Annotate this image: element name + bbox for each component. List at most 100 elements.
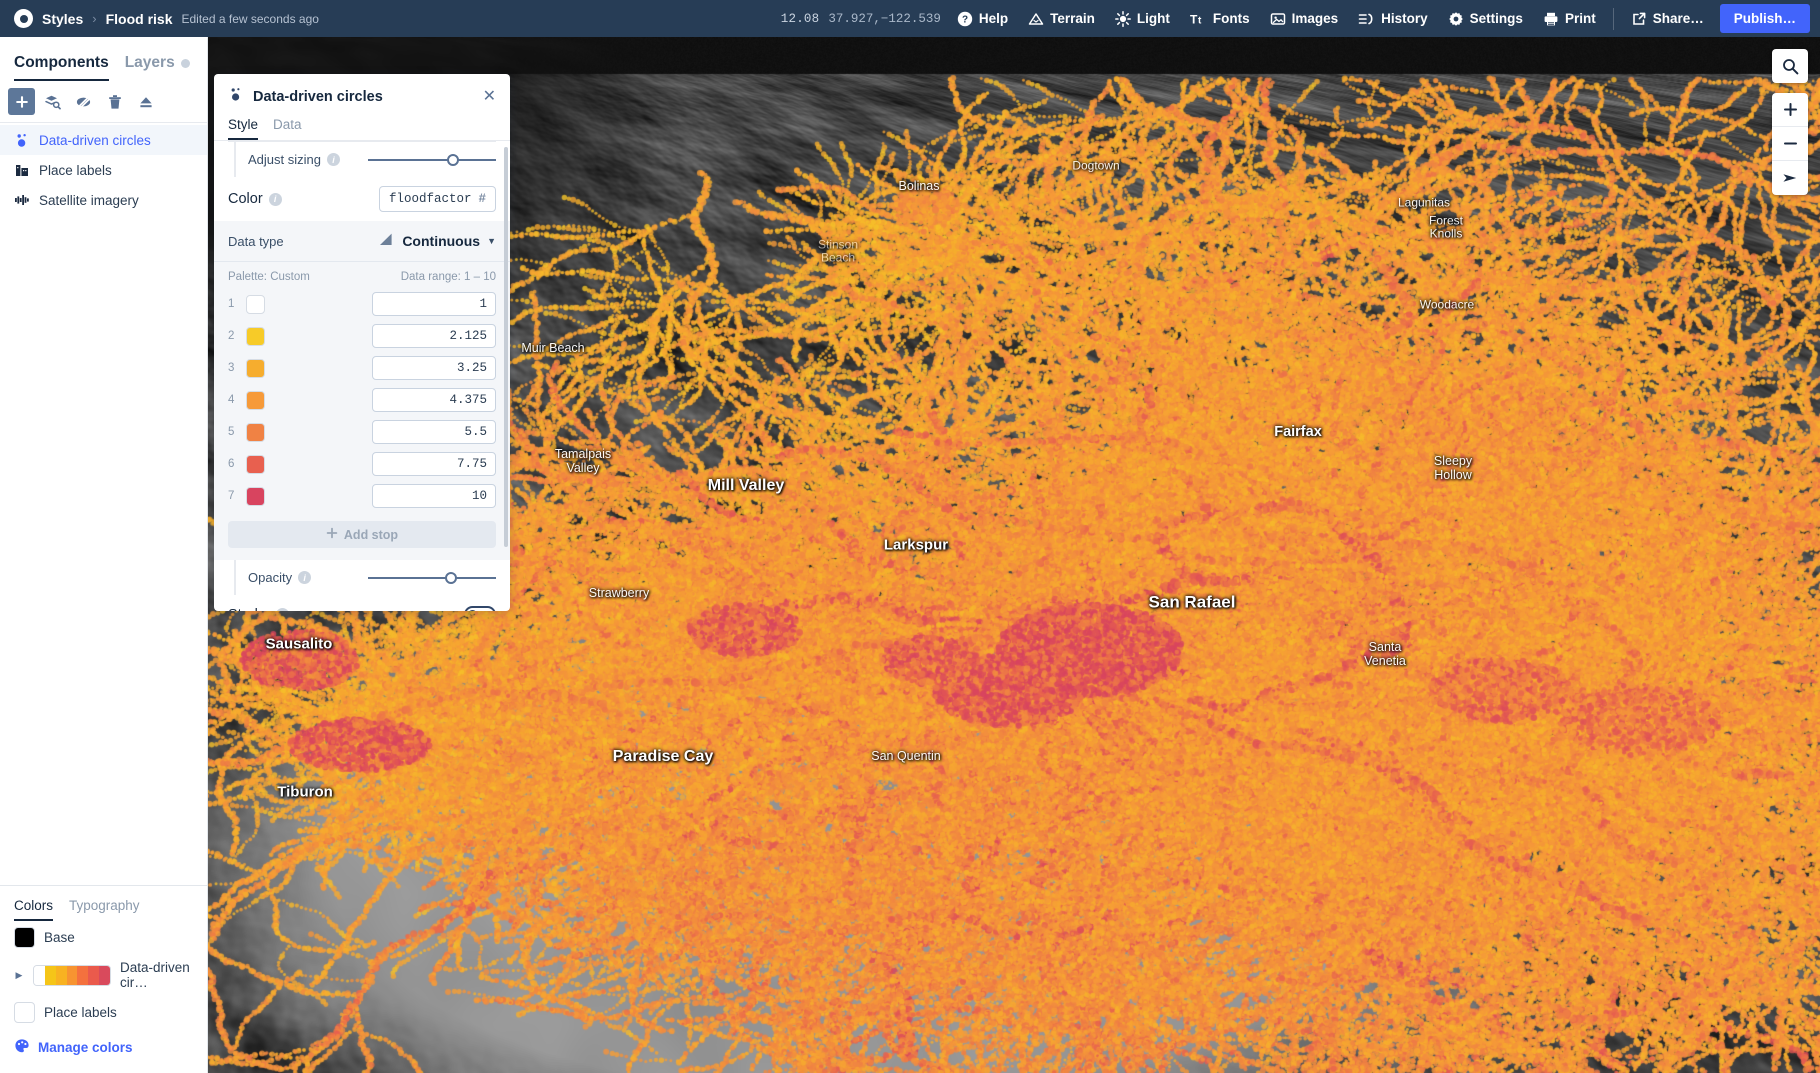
color-stop-swatch[interactable]: [246, 390, 265, 410]
group-layer-button[interactable]: [132, 88, 159, 115]
color-stop-value-input[interactable]: [372, 484, 496, 508]
sidebar-item-label: Satellite imagery: [39, 192, 139, 208]
settings-button[interactable]: Settings: [1438, 6, 1533, 32]
plus-icon: [1783, 103, 1797, 116]
color-stop-value-input[interactable]: [372, 388, 496, 412]
delete-layer-button[interactable]: [101, 88, 128, 115]
navigation-arrow-icon: [1783, 174, 1797, 182]
help-button[interactable]: ? Help: [947, 6, 1018, 32]
color-swatch[interactable]: [14, 1002, 35, 1023]
tab-data[interactable]: Data: [273, 117, 302, 140]
color-stop-value-input[interactable]: [372, 420, 496, 444]
settings-label: Settings: [1469, 11, 1523, 26]
info-icon[interactable]: i: [326, 153, 340, 166]
add-layer-button[interactable]: [8, 88, 35, 115]
plus-icon: [326, 527, 338, 542]
color-stop-index: 5: [228, 426, 235, 438]
color-row-label: Place labels: [44, 1005, 117, 1020]
color-field-chip[interactable]: floodfactor #: [378, 186, 496, 212]
circles-icon: [228, 86, 244, 107]
color-stop-index: 1: [228, 298, 235, 310]
color-row-place-labels[interactable]: Place labels: [0, 996, 207, 1029]
layers-badge-dot: [180, 58, 190, 68]
color-stop-value-input[interactable]: [372, 356, 496, 380]
fonts-button[interactable]: Tt Fonts: [1180, 6, 1260, 32]
terrain-button[interactable]: Terrain: [1018, 6, 1105, 32]
sidebar-item-label: Place labels: [39, 162, 112, 178]
search-icon: [1782, 58, 1798, 74]
color-stop-value-input[interactable]: [372, 324, 496, 348]
opacity-slider[interactable]: [368, 571, 496, 585]
color-label: Color i: [228, 191, 282, 207]
share-button[interactable]: Share…: [1621, 6, 1714, 32]
color-stop-swatch[interactable]: [246, 294, 265, 314]
zoom-out-button[interactable]: [1772, 127, 1808, 161]
left-sidebar: Components Layers Data-driven circles Pl…: [0, 37, 208, 1073]
history-label: History: [1381, 11, 1428, 26]
edited-status: Edited a few seconds ago: [181, 11, 319, 26]
zoom-in-button[interactable]: [1772, 93, 1808, 127]
tab-colors[interactable]: Colors: [14, 898, 54, 921]
color-stop-swatch[interactable]: [246, 326, 265, 346]
info-icon[interactable]: i: [268, 192, 282, 206]
tab-typography[interactable]: Typography: [69, 898, 140, 921]
tab-style[interactable]: Style: [228, 117, 259, 140]
map-search-button[interactable]: [1772, 49, 1808, 83]
continuous-icon: [378, 232, 395, 250]
breadcrumb-styles-link[interactable]: Styles: [42, 11, 83, 27]
compass-button[interactable]: [1772, 161, 1808, 195]
color-stop-value-input[interactable]: [372, 452, 496, 476]
number-field-icon: #: [478, 192, 486, 206]
layer-toolbar: [0, 81, 207, 123]
color-stop-value-input[interactable]: [372, 292, 496, 316]
color-row-label: Base: [44, 930, 75, 945]
style-panel-scrollbar[interactable]: [504, 147, 508, 547]
svg-text:T: T: [1190, 12, 1198, 26]
images-button[interactable]: Images: [1260, 6, 1349, 32]
mapbox-logo-icon[interactable]: [14, 9, 33, 28]
fonts-label: Fonts: [1212, 11, 1250, 26]
top-toolbar: Styles › Flood risk Edited a few seconds…: [0, 0, 1820, 37]
topbar-left: Styles › Flood risk Edited a few seconds…: [0, 9, 319, 28]
add-stop-button[interactable]: Add stop: [228, 521, 496, 548]
publish-button[interactable]: Publish…: [1719, 4, 1810, 33]
svg-text:?: ?: [962, 14, 968, 25]
light-button[interactable]: Light: [1105, 6, 1180, 32]
palette-header: Palette: Custom Data range: 1 – 10: [214, 262, 510, 288]
color-stop-swatch[interactable]: [246, 358, 265, 378]
tab-layers[interactable]: Layers: [125, 54, 190, 81]
info-icon[interactable]: i: [298, 571, 312, 584]
data-type-select[interactable]: Continuous ▼: [378, 232, 496, 250]
circles-icon: [14, 132, 30, 148]
manage-colors-label: Manage colors: [38, 1040, 133, 1055]
find-layer-button[interactable]: [39, 88, 66, 115]
terrain-label: Terrain: [1050, 11, 1095, 26]
color-ramp-swatch[interactable]: [33, 964, 111, 986]
minus-icon: [1783, 142, 1797, 145]
color-row-base[interactable]: Base: [0, 921, 207, 954]
history-button[interactable]: History: [1348, 6, 1438, 32]
manage-colors-button[interactable]: Manage colors: [0, 1029, 207, 1059]
chevron-right-icon[interactable]: ▶: [14, 970, 24, 981]
hide-layer-button[interactable]: [70, 88, 97, 115]
data-type-label: Data type: [228, 233, 284, 249]
add-stop-label: Add stop: [343, 527, 399, 542]
close-icon[interactable]: ✕: [483, 88, 496, 105]
color-stop-swatch[interactable]: [246, 422, 265, 442]
color-row-data-driven-circles[interactable]: ▶ Data-driven cir…: [0, 954, 207, 996]
sidebar-item-data-driven-circles[interactable]: Data-driven circles: [0, 125, 207, 155]
tab-components[interactable]: Components: [14, 54, 109, 81]
page-title[interactable]: Flood risk: [106, 11, 173, 27]
print-button[interactable]: Print: [1533, 6, 1606, 32]
sidebar-item-place-labels[interactable]: Place labels: [0, 155, 207, 185]
stroke-toggle[interactable]: [464, 606, 496, 611]
info-icon[interactable]: i: [275, 608, 289, 611]
color-stop-swatch[interactable]: [246, 454, 265, 474]
color-swatch[interactable]: [14, 927, 35, 948]
sidebar-item-satellite-imagery[interactable]: Satellite imagery: [0, 185, 207, 215]
images-label: Images: [1291, 11, 1339, 26]
fonts-icon: Tt: [1190, 11, 1207, 27]
color-row-label: Data-driven cir…: [120, 960, 190, 990]
color-stop-swatch[interactable]: [246, 486, 265, 506]
adjust-sizing-slider[interactable]: [368, 153, 496, 167]
